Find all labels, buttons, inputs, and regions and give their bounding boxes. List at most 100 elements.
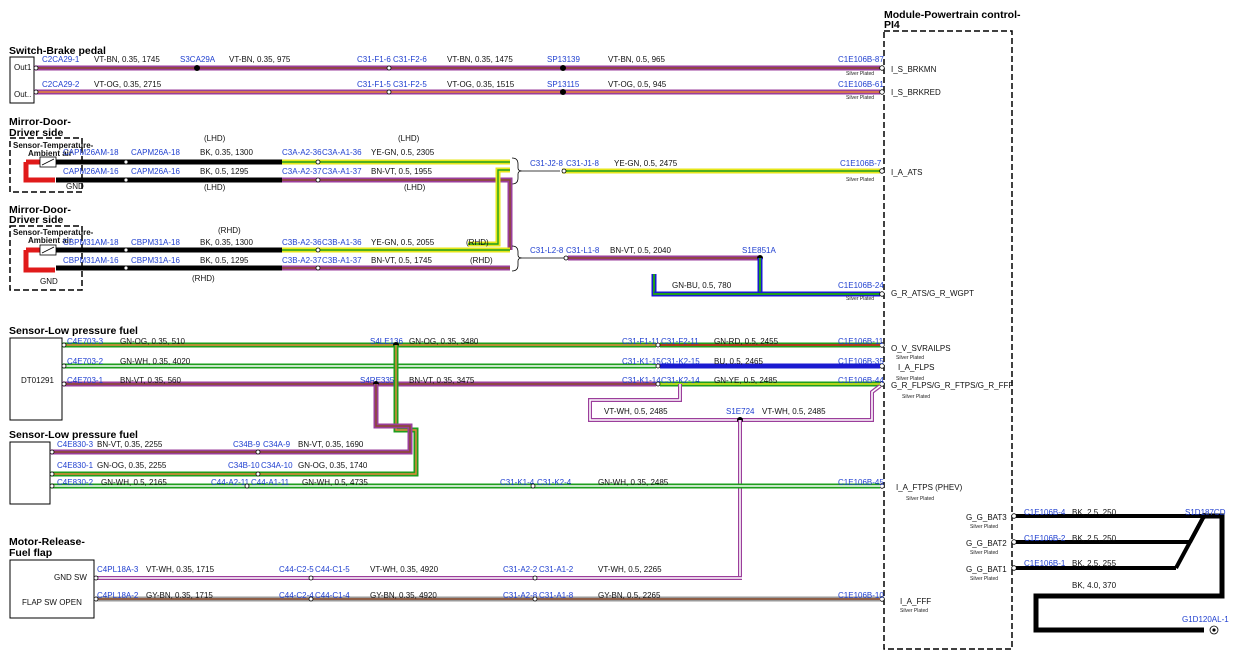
m2-w2-c4: C3B-A1-37 bbox=[322, 256, 362, 265]
brake-w2-c3: C31-F2-5 bbox=[393, 80, 427, 89]
f1-w2-c4: C1E106B-35 bbox=[838, 357, 884, 366]
fuel1-title: Sensor-Low pressure fuel bbox=[9, 325, 138, 337]
f2-w2-c2: C34B-10 bbox=[228, 461, 260, 470]
pin-flps-ftps: G_R_FLPS/G_R_FTPS/G_R_FFF bbox=[891, 381, 1013, 390]
fuel1-box-label: DT01291 bbox=[21, 376, 54, 385]
f1-w3-c2: C31-K1-14 bbox=[622, 376, 661, 385]
m2-w1-c2: CBPM31A-18 bbox=[131, 238, 180, 247]
vtwh-t2: VT-WH, 0.5, 2485 bbox=[762, 407, 826, 416]
motor-flapsw: FLAP SW OPEN bbox=[22, 598, 82, 607]
m2-rhd-top2: (RHD) bbox=[466, 238, 489, 247]
brake-w2-c2: C31-F1-5 bbox=[357, 80, 391, 89]
pin-bat1-silver: Silver Plated bbox=[970, 576, 998, 582]
wiring-diagram: Module-Powertrain control- PI4 Switch-Br… bbox=[9, 9, 1229, 650]
gnbu-silver: Silver Plated bbox=[846, 296, 874, 302]
mirror1-bnvt-down[interactable] bbox=[492, 177, 513, 250]
m2-rhd-bottom2: (RHD) bbox=[470, 256, 493, 265]
brake-w1-silver: Silver Plated bbox=[846, 71, 874, 77]
mo-w1-c1: C4PL18A-3 bbox=[97, 565, 139, 574]
f2-w1-c3: C34A-9 bbox=[263, 440, 291, 449]
f1-w2-c1: C4E703-2 bbox=[67, 357, 104, 366]
f2-w3-c1: C4E830-2 bbox=[57, 478, 94, 487]
brake-sp13139-dot bbox=[560, 65, 566, 71]
gnd-b1-t: BK, 2.5, 255 bbox=[1072, 559, 1117, 568]
gnd-b4-c: C1E106B-4 bbox=[1024, 508, 1066, 517]
pin-brkmn: I_S_BRKMN bbox=[891, 65, 937, 74]
m2-out-sp: S1E851A bbox=[742, 246, 776, 255]
mirror2-brace bbox=[511, 245, 523, 272]
mirror1-title-2: Driver side bbox=[9, 127, 63, 139]
gnd-g: G1D120AL-1 bbox=[1182, 615, 1229, 624]
m1-out-c3: C1E106B-7 bbox=[840, 159, 882, 168]
brake-out1-label: Out1 bbox=[14, 63, 32, 72]
m2-w2-t2: BN-VT, 0.5, 1745 bbox=[371, 256, 432, 265]
m1-lhd-top2: (LHD) bbox=[398, 134, 420, 143]
mo-w1-c3: C44-C1-5 bbox=[315, 565, 350, 574]
f1-w2-c2: C31-K1-15 bbox=[622, 357, 661, 366]
pin-brkred: I_S_BRKRED bbox=[891, 88, 941, 97]
brake-w2-t4: VT-OG, 0.5, 945 bbox=[608, 80, 667, 89]
f1-w1-t2: GN-OG, 0.35, 3480 bbox=[409, 337, 479, 346]
m1-w1-t1: BK, 0.35, 1300 bbox=[200, 148, 253, 157]
module-title-line1: Module-Powertrain control- bbox=[884, 9, 1021, 21]
m1-lhd-bottom2: (LHD) bbox=[404, 183, 426, 192]
pin-bat2-silver: Silver Plated bbox=[970, 550, 998, 556]
brake-w1-c4: C1E106B-87 bbox=[838, 55, 884, 64]
f2-w2-t1: GN-OG, 0.35, 2255 bbox=[97, 461, 167, 470]
m1-out-t: YE-GN, 0.5, 2475 bbox=[614, 159, 678, 168]
m2-w2-c2: CBPM31A-16 bbox=[131, 256, 180, 265]
f2-w2-c1: C4E830-1 bbox=[57, 461, 94, 470]
brake-w2-silver: Silver Plated bbox=[846, 95, 874, 101]
f1-w1-c1: C4E703-3 bbox=[67, 337, 104, 346]
pin-ftps-silver: Silver Plated bbox=[906, 496, 934, 502]
f2-w3-c4: C31-K1-4 bbox=[500, 478, 535, 487]
pin-ats: I_A_ATS bbox=[891, 168, 922, 177]
brake-w1-t1: VT-BN, 0.35, 1745 bbox=[94, 55, 160, 64]
mo-w2-c5: C31-A1-8 bbox=[539, 591, 574, 600]
f2-w1-t2: BN-VT, 0.35, 1690 bbox=[298, 440, 364, 449]
m1-w1-c1: CAPM26AM-18 bbox=[63, 148, 119, 157]
m1-w1-c3: C3A-A2-36 bbox=[282, 148, 322, 157]
f2-w2-t2: GN-OG, 0.35, 1740 bbox=[298, 461, 368, 470]
m1-w2-t1: BK, 0.5, 1295 bbox=[200, 167, 249, 176]
f1-w1-c3: C31-F2-11 bbox=[661, 337, 699, 346]
m2-w2-t1: BK, 0.5, 1295 bbox=[200, 256, 249, 265]
mo-w2-t2: GY-BN, 0.35, 4920 bbox=[370, 591, 437, 600]
m2-w2-c3: C3B-A2-37 bbox=[282, 256, 322, 265]
mo-w1-t2: VT-WH, 0.35, 4920 bbox=[370, 565, 439, 574]
m1-w2-c2: CAPM26A-16 bbox=[131, 167, 180, 176]
module-powertrain-box bbox=[883, 30, 1013, 650]
pin-flps-ftps-silver: Silver Plated bbox=[902, 394, 930, 400]
m1-w1-t2: YE-GN, 0.5, 2305 bbox=[371, 148, 435, 157]
mirror2-title-2: Driver side bbox=[9, 214, 63, 226]
mo-w1-t3: VT-WH, 0.5, 2265 bbox=[598, 565, 662, 574]
mo-w2-c3: C44-C1-4 bbox=[315, 591, 350, 600]
module-title-line2: PI4 bbox=[884, 19, 900, 31]
vtwh-t1: VT-WH, 0.5, 2485 bbox=[604, 407, 668, 416]
mo-w1-c2: C44-C2-5 bbox=[279, 565, 314, 574]
pin-svrailps-silver: Silver Plated bbox=[896, 355, 924, 361]
f2-w3-t3: GN-WH, 0.35, 2485 bbox=[598, 478, 669, 487]
f1-w1-c4: C1E106B-11 bbox=[838, 337, 884, 346]
mirror2-gnd: GND bbox=[40, 277, 58, 286]
pin-fff: I_A_FFF bbox=[900, 597, 931, 606]
m2-out-c2: C31-L1-8 bbox=[566, 246, 600, 255]
brake-w2-t1: VT-OG, 0.35, 2715 bbox=[94, 80, 162, 89]
f1-w2-c3: C31-K2-15 bbox=[661, 357, 700, 366]
brake-splice-dot bbox=[194, 65, 200, 71]
f2-w2-c3: C34A-10 bbox=[261, 461, 293, 470]
pin-bat3-silver: Silver Plated bbox=[970, 524, 998, 530]
gnd-main-t: BK, 4.0, 370 bbox=[1072, 581, 1117, 590]
pin-ats-wgpt: G_R_ATS/G_R_WGPT bbox=[891, 289, 974, 298]
m1-lhd-top: (LHD) bbox=[204, 134, 226, 143]
vtwh-sp: S1E724 bbox=[726, 407, 755, 416]
mo-w1-c5: C31-A1-2 bbox=[539, 565, 574, 574]
brake-w2-sp2: SP13115 bbox=[547, 80, 580, 89]
gnd-b2-c: C1E106B-2 bbox=[1024, 534, 1066, 543]
f2-w1-c1: C4E830-3 bbox=[57, 440, 94, 449]
mo-w2-c1: C4PL18A-2 bbox=[97, 591, 139, 600]
fuel2-box bbox=[9, 441, 51, 505]
brake-w1-t3: VT-BN, 0.35, 1475 bbox=[447, 55, 513, 64]
gnd-sp: S1D187CD bbox=[1185, 508, 1226, 517]
gnd-b1-c: C1E106B-1 bbox=[1024, 559, 1066, 568]
